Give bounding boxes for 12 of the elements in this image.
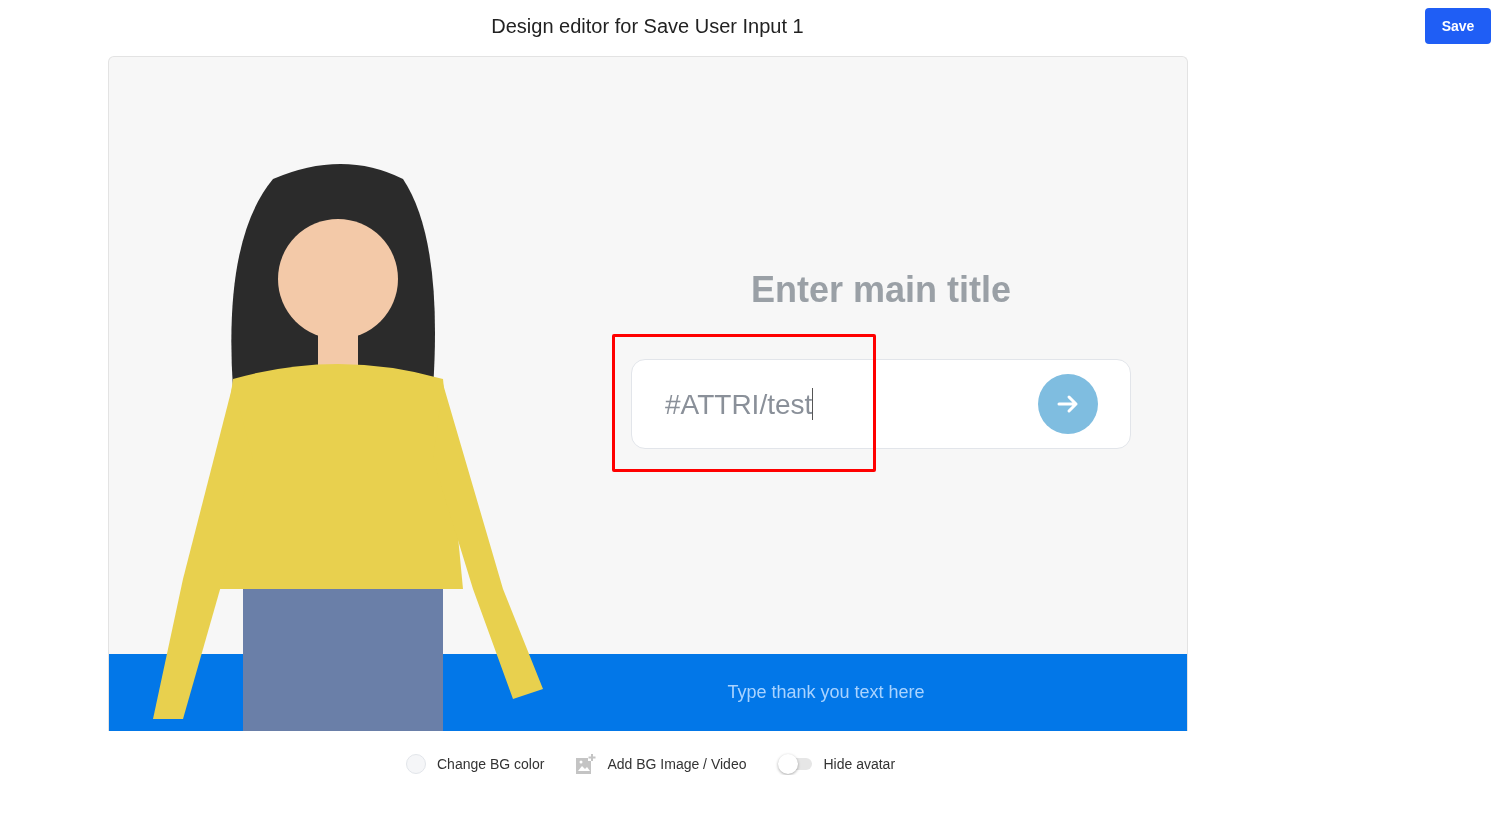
toolbar-label: Change BG color (437, 756, 545, 772)
submit-button[interactable] (1038, 374, 1098, 434)
page-title: Design editor for Save User Input 1 (490, 14, 805, 38)
save-button[interactable]: Save (1425, 8, 1491, 44)
toolbar-label: Add BG Image / Video (607, 756, 747, 772)
toolbar-label: Hide avatar (823, 756, 896, 772)
add-image-icon[interactable] (576, 754, 597, 774)
color-swatch[interactable] (406, 754, 426, 774)
hide-avatar-toggle[interactable] (778, 753, 813, 775)
thank-you-text: Type thank you text here (727, 682, 925, 703)
main-title: Enter main title (750, 269, 1012, 311)
input-field[interactable]: #ATTRI/test (631, 359, 1131, 449)
